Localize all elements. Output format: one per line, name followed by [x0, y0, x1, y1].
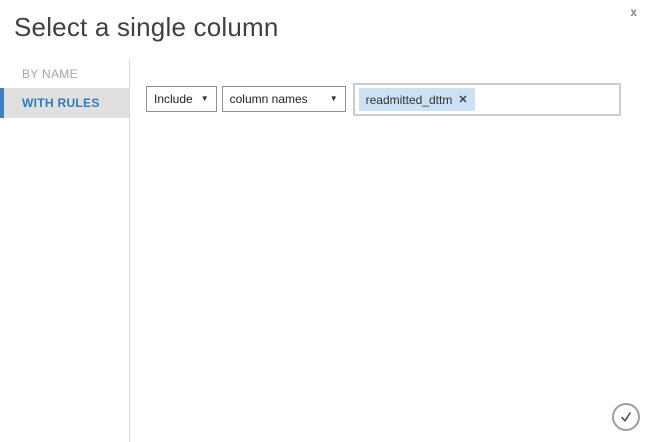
sidebar-item-with-rules[interactable]: WITH RULES [0, 88, 129, 118]
sidebar: BY NAME WITH RULES [0, 60, 130, 442]
chevron-down-icon: ▼ [330, 95, 338, 103]
close-icon[interactable]: x [628, 3, 639, 21]
select-value: Include [154, 92, 193, 106]
select-value: column names [230, 92, 308, 106]
page-title: Select a single column [14, 12, 279, 43]
include-exclude-select[interactable]: Include ▼ [146, 86, 217, 112]
rule-row: Include ▼ column names ▼ readmitted_dttm… [146, 83, 621, 116]
column-names-input[interactable]: readmitted_dttm ✕ [353, 83, 621, 116]
criteria-select[interactable]: column names ▼ [222, 86, 346, 112]
sidebar-item-label: BY NAME [22, 67, 78, 81]
remove-tag-icon[interactable]: ✕ [458, 93, 467, 106]
select-column-dialog: Select a single column x BY NAME WITH RU… [0, 0, 650, 442]
sidebar-item-label: WITH RULES [22, 96, 100, 110]
chevron-down-icon: ▼ [201, 95, 209, 103]
main-panel: Include ▼ column names ▼ readmitted_dttm… [130, 60, 650, 442]
dialog-body: BY NAME WITH RULES Include ▼ column name… [0, 60, 650, 442]
column-tag: readmitted_dttm ✕ [359, 88, 475, 111]
sidebar-item-by-name[interactable]: BY NAME [0, 60, 129, 88]
confirm-button[interactable] [612, 403, 640, 431]
column-tag-label: readmitted_dttm [366, 93, 453, 107]
checkmark-icon [619, 410, 633, 424]
